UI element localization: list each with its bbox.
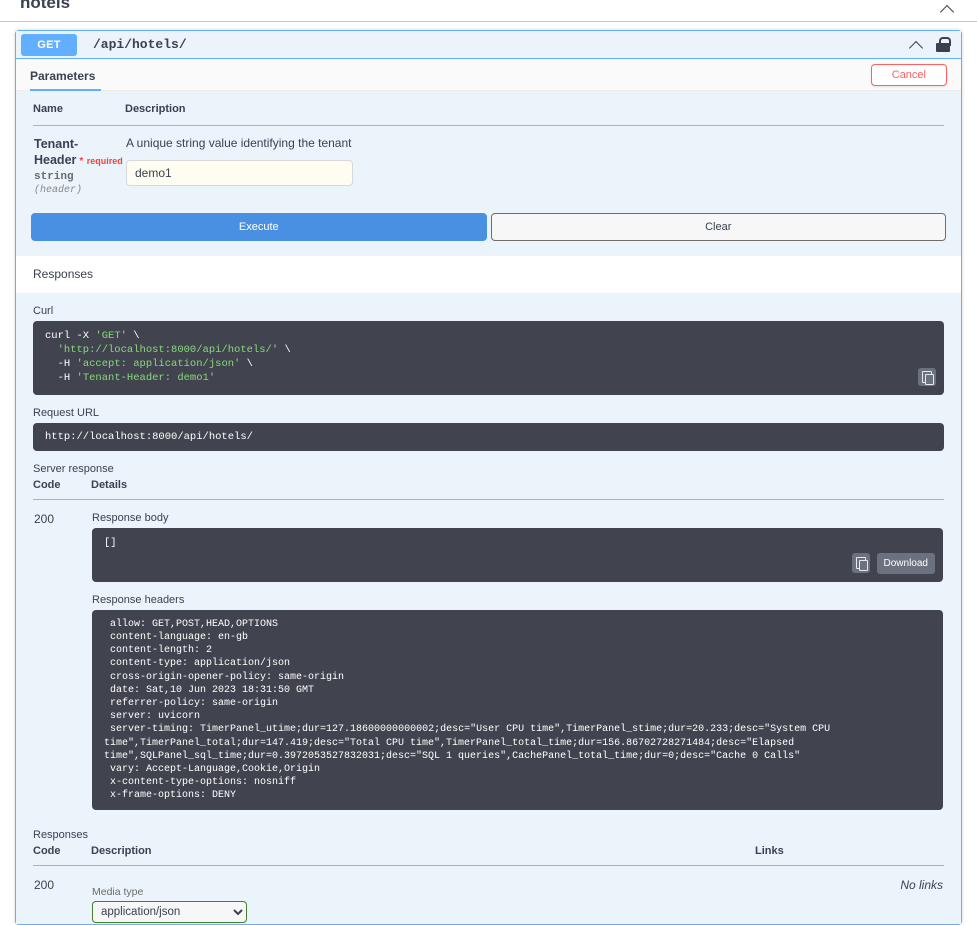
column-header-description: Description bbox=[125, 103, 944, 126]
required-star: * bbox=[76, 156, 83, 167]
media-type-select[interactable]: application/json bbox=[92, 901, 247, 923]
curl-method-string: 'GET' bbox=[95, 330, 127, 342]
response-code: 200 bbox=[33, 866, 91, 925]
request-url-value: http://localhost:8000/api/hotels/ bbox=[33, 423, 944, 451]
response-status-code: 200 bbox=[33, 499, 91, 821]
column-header-code: Code bbox=[33, 479, 91, 500]
table-header-row: Code Details bbox=[33, 479, 944, 500]
response-body-value: [] bbox=[104, 537, 117, 549]
http-method-badge: GET bbox=[21, 34, 77, 56]
request-url-label: Request URL bbox=[33, 407, 944, 419]
copy-icon[interactable] bbox=[852, 553, 870, 573]
parameter-type: string bbox=[34, 170, 124, 183]
curl-label: Curl bbox=[33, 305, 944, 317]
table-header-row: Code Description Links bbox=[33, 845, 944, 866]
parameters-section: Name Description Tenant-Header* required… bbox=[16, 91, 961, 197]
download-button[interactable]: Download bbox=[877, 553, 935, 574]
response-body-label: Response body bbox=[92, 512, 943, 524]
tab-row: Parameters Cancel bbox=[16, 59, 961, 91]
response-body-block: [] Download bbox=[92, 528, 943, 582]
page-title: hotels bbox=[20, 0, 70, 10]
tenant-header-input[interactable] bbox=[126, 160, 353, 186]
responses-table-label: Responses bbox=[33, 829, 944, 841]
column-header-details: Details bbox=[91, 479, 944, 500]
responses-definition-table: Code Description Links 200 Media type ap… bbox=[33, 845, 944, 924]
response-description-cell: Media type application/json bbox=[91, 866, 755, 925]
table-row: 200 Media type application/json No links bbox=[33, 866, 944, 925]
response-body-actions: Download bbox=[852, 553, 935, 574]
parameter-location: (header) bbox=[34, 183, 124, 196]
curl-cmd: curl -X bbox=[45, 330, 95, 342]
tag-header[interactable]: hotels bbox=[0, 0, 977, 22]
curl-line3-flag: -H bbox=[45, 358, 77, 370]
lock-icon[interactable] bbox=[936, 37, 950, 52]
curl-line4-flag: -H bbox=[45, 372, 77, 384]
curl-tenant-header-string: 'Tenant-Header: demo1' bbox=[77, 372, 216, 384]
media-type-label: Media type bbox=[92, 886, 754, 898]
opblock-summary[interactable]: GET /api/hotels/ bbox=[16, 31, 961, 59]
parameter-name-cell: Tenant-Header* required string (header) bbox=[33, 126, 125, 198]
responses-definition-section: Responses Code Description Links 200 Med… bbox=[16, 821, 961, 924]
summary-icons bbox=[908, 36, 953, 54]
server-response-table: Code Details 200 Response body [] bbox=[33, 479, 944, 822]
responses-content: Curl curl -X 'GET' \ 'http://localhost:8… bbox=[16, 293, 961, 821]
server-response-label: Server response bbox=[33, 463, 944, 475]
parameter-name: Tenant-Header bbox=[34, 137, 78, 167]
curl-line1-tail: \ bbox=[127, 330, 140, 342]
column-header-name: Name bbox=[33, 103, 125, 126]
execute-button[interactable]: Execute bbox=[31, 213, 487, 241]
chevron-up-icon[interactable] bbox=[939, 0, 957, 18]
column-header-description: Description bbox=[91, 845, 755, 866]
copy-icon[interactable] bbox=[918, 368, 936, 386]
responses-heading: Responses bbox=[33, 267, 944, 281]
curl-accept-header-string: 'accept: application/json' bbox=[77, 358, 241, 370]
links-value: No links bbox=[755, 866, 944, 925]
parameter-description-cell: A unique string value identifying the te… bbox=[125, 126, 944, 198]
response-details-cell: Response body [] Download Response heade… bbox=[91, 499, 944, 821]
endpoint-path: /api/hotels/ bbox=[77, 37, 908, 52]
responses-heading-band: Responses bbox=[16, 255, 961, 293]
response-headers-block: allow: GET,POST,HEAD,OPTIONS content-lan… bbox=[92, 610, 943, 811]
table-row: Tenant-Header* required string (header) … bbox=[33, 126, 944, 198]
curl-code-block: curl -X 'GET' \ 'http://localhost:8000/a… bbox=[33, 321, 944, 395]
execute-clear-row: Execute Clear bbox=[16, 197, 961, 255]
response-headers-label: Response headers bbox=[92, 594, 943, 606]
opblock-get-hotels: GET /api/hotels/ Parameters Cancel Name … bbox=[15, 30, 962, 925]
curl-url-string: 'http://localhost:8000/api/hotels/' bbox=[45, 344, 278, 356]
table-header-row: Name Description bbox=[33, 103, 944, 126]
tab-parameters[interactable]: Parameters bbox=[30, 59, 101, 91]
column-header-links: Links bbox=[755, 845, 944, 866]
clear-button[interactable]: Clear bbox=[491, 213, 947, 241]
parameters-table: Name Description Tenant-Header* required… bbox=[33, 103, 944, 197]
curl-line2-tail: \ bbox=[278, 344, 291, 356]
required-label: required bbox=[87, 156, 123, 166]
parameter-description: A unique string value identifying the te… bbox=[126, 136, 943, 160]
column-header-code: Code bbox=[33, 845, 91, 866]
table-row: 200 Response body [] Download Response h… bbox=[33, 499, 944, 821]
curl-line3-tail: \ bbox=[240, 358, 253, 370]
opblock-body: Parameters Cancel Name Description Tenan… bbox=[16, 59, 961, 924]
cancel-button[interactable]: Cancel bbox=[871, 64, 947, 86]
chevron-up-icon[interactable] bbox=[908, 36, 926, 54]
